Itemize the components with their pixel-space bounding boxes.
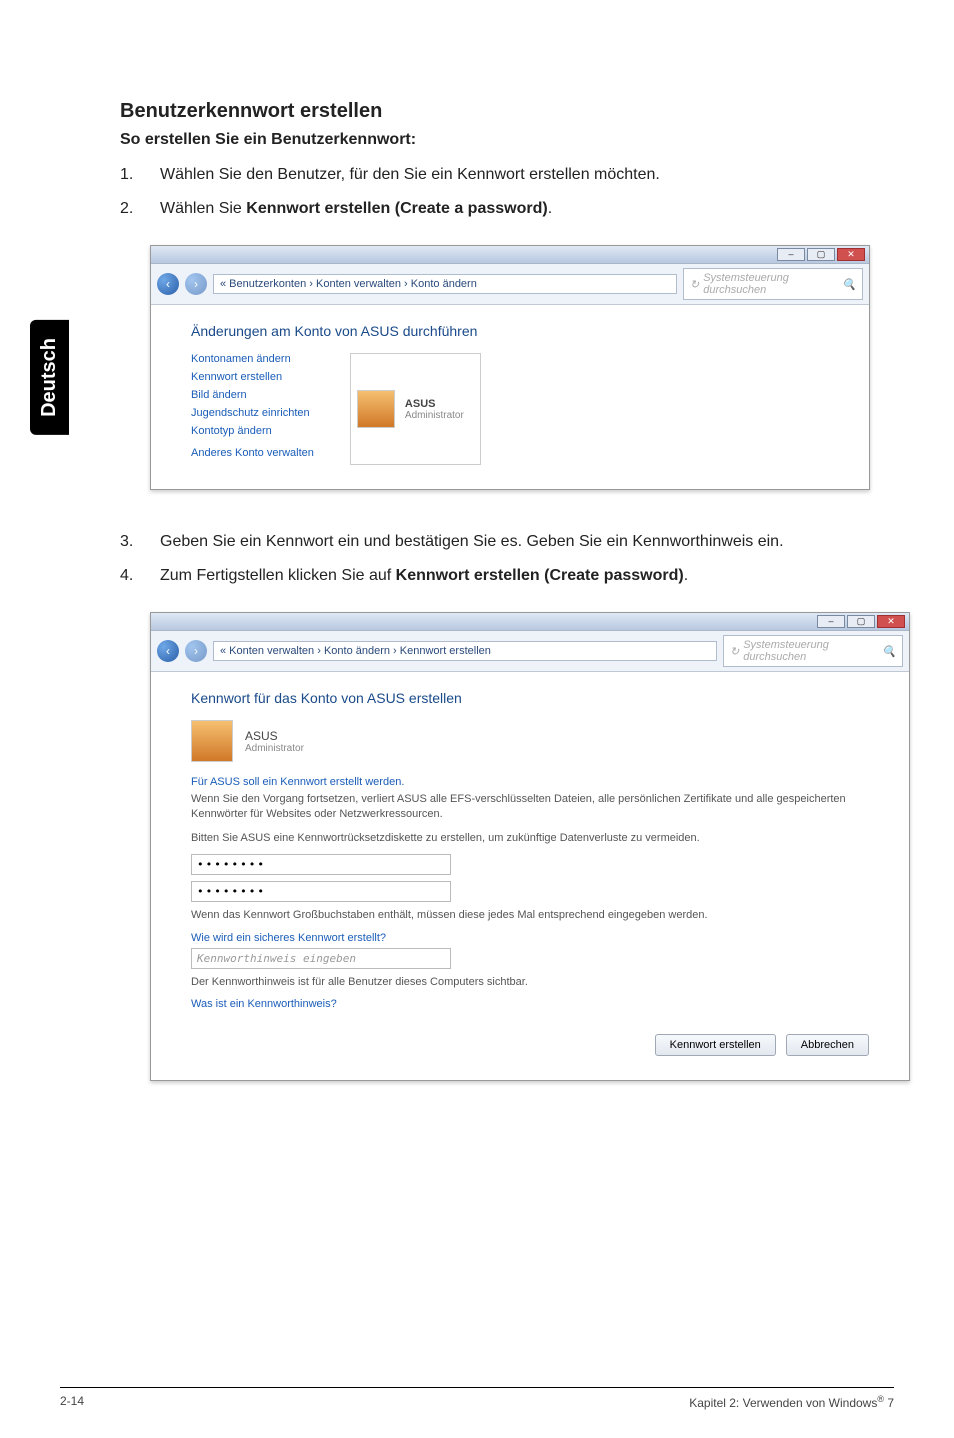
step-text: Wählen Sie Kennwort erstellen (Create a … <box>160 197 894 221</box>
help-link-hint[interactable]: Was ist ein Kennworthinweis? <box>191 998 869 1010</box>
help-link-strong-pw[interactable]: Wie wird ein sicheres Kennwort erstellt? <box>191 932 869 944</box>
search-icon: 🔍 <box>842 278 856 291</box>
maximize-button[interactable]: ▢ <box>847 615 875 628</box>
link-change-name[interactable]: Kontonamen ändern <box>191 353 314 365</box>
refresh-icon: ↻ <box>690 278 699 291</box>
page-subhead: So erstellen Sie ein Benutzerkennwort: <box>120 131 894 149</box>
link-change-type[interactable]: Kontotyp ändern <box>191 425 314 437</box>
window-navbar: ‹ › « Konten verwalten › Konto ändern › … <box>151 631 909 672</box>
link-other-account[interactable]: Anderes Konto verwalten <box>191 447 314 459</box>
link-parental-controls[interactable]: Jugendschutz einrichten <box>191 407 314 419</box>
window-navbar: ‹ › « Benutzerkonten › Konten verwalten … <box>151 264 869 305</box>
hint-text: Bitten Sie ASUS eine Kennwortrücksetzdis… <box>191 831 869 846</box>
minimize-button[interactable]: – <box>817 615 845 628</box>
avatar <box>357 390 395 428</box>
search-input[interactable]: ↻ Systemsteuerung durchsuchen 🔍 <box>683 268 863 300</box>
user-card: ASUS Administrator <box>191 720 869 762</box>
user-name: ASUS <box>245 729 304 743</box>
account-actions-list: Kontonamen ändern Kennwort erstellen Bil… <box>191 353 314 465</box>
password-confirm-field[interactable] <box>191 881 451 902</box>
refresh-icon: ↻ <box>730 645 739 658</box>
step-num: 1. <box>120 163 160 187</box>
close-button[interactable]: ✕ <box>837 248 865 261</box>
page-title: Benutzerkennwort erstellen <box>120 100 894 123</box>
step-text: Wählen Sie den Benutzer, für den Sie ein… <box>160 163 894 187</box>
nav-forward-icon[interactable]: › <box>185 640 207 662</box>
create-password-button[interactable]: Kennwort erstellen <box>655 1034 776 1056</box>
password-field[interactable] <box>191 854 451 875</box>
window-titlebar: – ▢ ✕ <box>151 246 869 264</box>
minimize-button[interactable]: – <box>777 248 805 261</box>
warning-text: Wenn Sie den Vorgang fortsetzen, verlier… <box>191 792 869 823</box>
footer-page-number: 2-14 <box>60 1394 84 1410</box>
nav-back-icon[interactable]: ‹ <box>157 640 179 662</box>
user-card: ASUS Administrator <box>350 353 481 465</box>
step-num: 2. <box>120 197 160 221</box>
footer-chapter: Kapitel 2: Verwenden von Windows® 7 <box>689 1394 894 1410</box>
page-footer: 2-14 Kapitel 2: Verwenden von Windows® 7 <box>60 1387 894 1410</box>
search-input[interactable]: ↻ Systemsteuerung durchsuchen 🔍 <box>723 635 903 667</box>
window-heading: Kennwort für das Konto von ASUS erstelle… <box>191 690 869 706</box>
step-num: 3. <box>120 530 160 554</box>
link-change-picture[interactable]: Bild ändern <box>191 389 314 401</box>
nav-back-icon[interactable]: ‹ <box>157 273 179 295</box>
user-role: Administrator <box>245 743 304 754</box>
close-button[interactable]: ✕ <box>877 615 905 628</box>
maximize-button[interactable]: ▢ <box>807 248 835 261</box>
breadcrumb[interactable]: « Konten verwalten › Konto ändern › Kenn… <box>213 641 717 661</box>
avatar <box>191 720 233 762</box>
step-num: 4. <box>120 564 160 588</box>
hint-visibility-note: Der Kennworthinweis ist für alle Benutze… <box>191 975 869 990</box>
screenshot-window-1: – ▢ ✕ ‹ › « Benutzerkonten › Konten verw… <box>150 245 870 490</box>
link-create-password[interactable]: Kennwort erstellen <box>191 371 314 383</box>
password-hint-field[interactable] <box>191 948 451 969</box>
info-line: Für ASUS soll ein Kennwort erstellt werd… <box>191 776 869 788</box>
window-heading: Änderungen am Konto von ASUS durchführen <box>191 323 829 339</box>
user-role: Administrator <box>405 410 464 421</box>
case-note: Wenn das Kennwort Großbuchstaben enthält… <box>191 908 869 923</box>
screenshot-window-2: – ▢ ✕ ‹ › « Konten verwalten › Konto änd… <box>150 612 910 1081</box>
language-tab: Deutsch <box>30 320 69 435</box>
window-titlebar: – ▢ ✕ <box>151 613 909 631</box>
cancel-button[interactable]: Abbrechen <box>786 1034 869 1056</box>
nav-forward-icon[interactable]: › <box>185 273 207 295</box>
user-name: ASUS <box>405 398 464 410</box>
search-icon: 🔍 <box>882 645 896 658</box>
breadcrumb[interactable]: « Benutzerkonten › Konten verwalten › Ko… <box>213 274 677 294</box>
step-text: Geben Sie ein Kennwort ein und bestätige… <box>160 530 894 554</box>
step-text: Zum Fertigstellen klicken Sie auf Kennwo… <box>160 564 894 588</box>
